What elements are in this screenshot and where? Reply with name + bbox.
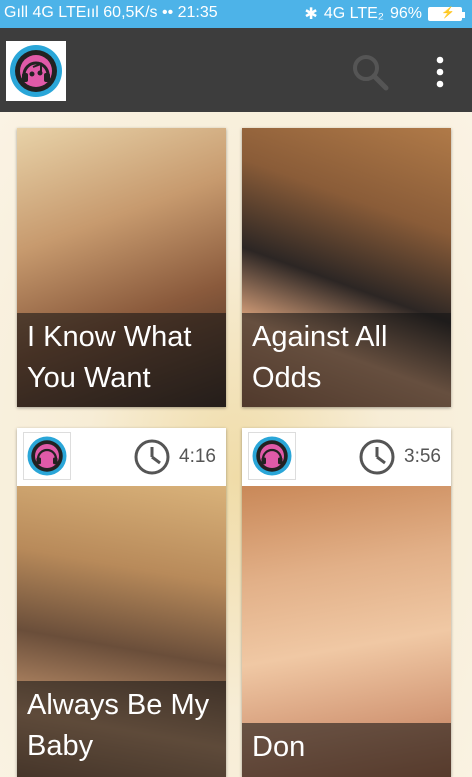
video-title: Against All Odds — [242, 313, 451, 407]
overflow-menu-button[interactable] — [426, 54, 454, 90]
headphones-logo-icon — [10, 45, 62, 97]
card-header: 4:16 — [17, 428, 226, 486]
duration-text: 3:56 — [404, 446, 441, 467]
battery-icon: ⚡ — [428, 7, 465, 21]
video-title: Don — [242, 723, 451, 777]
video-duration: 3:56 — [358, 438, 441, 476]
status-right-info: ✱ 4G LTE₂ 96% ⚡ — [304, 4, 465, 24]
video-card[interactable]: I Know What You Want — [17, 128, 226, 407]
video-title: I Know What You Want — [17, 313, 226, 407]
duration-text: 4:16 — [179, 446, 216, 467]
channel-logo — [23, 432, 71, 480]
channel-logo — [248, 432, 296, 480]
clock-icon — [359, 439, 395, 475]
more-vert-icon — [436, 56, 444, 88]
card-header: 3:56 — [242, 428, 451, 486]
status-bar: Gıll 4G LTEııl 60,5K/s •• 21:35 ✱ 4G LTE… — [0, 0, 472, 28]
video-duration: 4:16 — [133, 438, 216, 476]
search-icon — [353, 55, 389, 91]
battery-percent: 96% — [389, 5, 422, 22]
bluetooth-icon: ✱ — [304, 6, 318, 23]
headphones-logo-icon — [27, 436, 67, 476]
video-grid: I Know What You Want Against All Odds 4:… — [0, 112, 472, 777]
search-button[interactable] — [350, 52, 390, 92]
video-card[interactable]: Against All Odds — [242, 128, 451, 407]
status-left-info: Gıll 4G LTEııl 60,5K/s •• 21:35 — [4, 4, 218, 21]
video-card[interactable]: 3:56 Don — [242, 428, 451, 777]
network-indicator: 4G LTE₂ — [323, 5, 384, 22]
clock-icon — [134, 439, 170, 475]
video-title: Always Be My Baby — [17, 681, 226, 777]
app-logo[interactable] — [6, 41, 66, 101]
headphones-logo-icon — [252, 436, 292, 476]
app-bar — [0, 28, 472, 112]
video-card[interactable]: 4:16 Always Be My Baby — [17, 428, 226, 777]
